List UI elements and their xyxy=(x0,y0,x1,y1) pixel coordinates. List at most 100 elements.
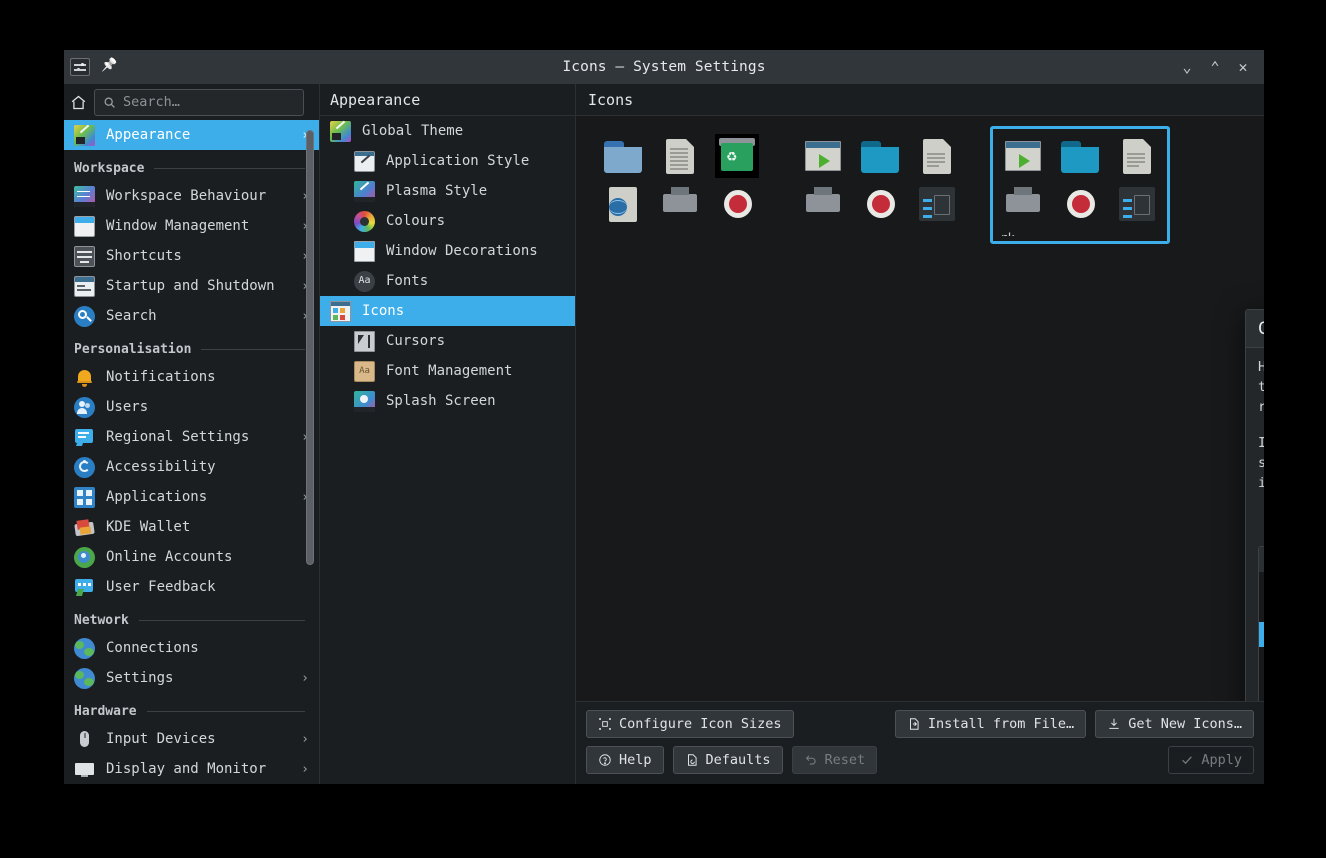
sidebar-item-search[interactable]: Search › xyxy=(64,301,319,331)
window-decorations-icon xyxy=(354,241,375,262)
fonts-icon: Aa xyxy=(354,271,375,292)
sidebar-item-workspace-behaviour[interactable]: Workspace Behaviour › xyxy=(64,181,319,211)
theme-icon-grid: ♻ xyxy=(598,134,762,226)
document-icon xyxy=(915,134,959,178)
printer-icon xyxy=(658,182,702,226)
sidebar-item-startup-and-shutdown[interactable]: Startup and Shutdown › xyxy=(64,271,319,301)
sidebar-item-regional-settings[interactable]: Regional Settings › xyxy=(64,422,319,452)
lifering-icon xyxy=(715,182,759,226)
theme-card[interactable]: ♻ xyxy=(590,126,770,244)
defaults-button[interactable]: Defaults xyxy=(673,746,783,774)
window-management-icon xyxy=(74,216,95,237)
home-icon[interactable] xyxy=(70,89,87,115)
sub-item-window-decorations[interactable]: Window Decorations xyxy=(320,236,575,266)
sub-item-label: Fonts xyxy=(386,273,428,289)
search-box[interactable] xyxy=(94,89,304,116)
sub-item-plasma-style[interactable]: Plasma Style xyxy=(320,176,575,206)
sidebar-group-title: Personalisation xyxy=(74,342,191,357)
sub-item-fonts[interactable]: Aa Fonts xyxy=(320,266,575,296)
close-button[interactable]: ✕ xyxy=(1232,56,1254,78)
sidebar-item-kde-wallet[interactable]: KDE Wallet xyxy=(64,512,319,542)
sub-item-font-management[interactable]: Aa Font Management xyxy=(320,356,575,386)
sub-item-splash-screen[interactable]: Splash Screen xyxy=(320,386,575,416)
sidebar-scrollbar[interactable] xyxy=(306,130,314,659)
configure-icon-sizes-button[interactable]: Configure Icon Sizes xyxy=(586,710,794,738)
maximize-button[interactable]: ⌃ xyxy=(1204,56,1226,78)
sidebar-item-label: User Feedback xyxy=(106,579,298,595)
chevron-right-icon: › xyxy=(301,732,313,747)
sub-item-colours[interactable]: Colours xyxy=(320,206,575,236)
sidebar-item-display-and-monitor[interactable]: Display and Monitor › xyxy=(64,754,319,784)
printer-icon xyxy=(1001,182,1045,226)
sidebar-item-network-settings[interactable]: Settings › xyxy=(64,663,319,693)
sidebar-item-label: Notifications xyxy=(106,369,298,385)
undo-arrow-icon xyxy=(804,753,818,767)
install-from-file-button[interactable]: Install from File… xyxy=(895,710,1086,738)
sidebar-item-applications[interactable]: Applications › xyxy=(64,482,319,512)
sidebar-group-network: Network xyxy=(64,602,319,633)
sidebar-item-shortcuts[interactable]: Shortcuts › xyxy=(64,241,319,271)
footer-row-top: Configure Icon Sizes Install from File… xyxy=(586,710,1254,738)
sub-item-label: Icons xyxy=(362,303,404,319)
sidebar-item-input-devices[interactable]: Input Devices › xyxy=(64,724,319,754)
sub-item-label: Colours xyxy=(386,213,445,229)
sidebar-item-online-accounts[interactable]: Online Accounts xyxy=(64,542,319,572)
globe-icon xyxy=(74,668,95,689)
startup-shutdown-icon xyxy=(74,276,95,297)
divider xyxy=(147,711,305,712)
sidebar-group-personalisation: Personalisation xyxy=(64,331,319,362)
search-input[interactable] xyxy=(123,94,295,110)
apply-button[interactable]: Apply xyxy=(1168,746,1254,774)
sub-item-application-style[interactable]: Application Style xyxy=(320,146,575,176)
window-title: Icons — System Settings xyxy=(64,59,1264,75)
document-icon xyxy=(658,134,702,178)
icons-icon xyxy=(330,301,351,322)
sidebar-item-label: KDE Wallet xyxy=(106,519,298,535)
bell-icon xyxy=(74,367,95,388)
reset-button[interactable]: Reset xyxy=(792,746,878,774)
help-icon xyxy=(598,753,612,767)
sidebar-item-accessibility[interactable]: Accessibility xyxy=(64,452,319,482)
sub-item-global-theme[interactable]: Global Theme xyxy=(320,116,575,146)
list-item[interactable]: Small Icons xyxy=(1259,597,1264,622)
sidebar-item-label: Appearance xyxy=(106,127,290,143)
sub-item-icons[interactable]: Icons xyxy=(320,296,575,326)
sidebar-scrollbar-thumb[interactable] xyxy=(306,130,314,565)
apply-label: Apply xyxy=(1201,752,1242,768)
sidebar-item-users[interactable]: Users xyxy=(64,392,319,422)
sidebar-item-appearance[interactable]: Appearance › xyxy=(64,120,319,150)
download-icon xyxy=(1107,717,1121,731)
sidebar-item-label: Workspace Behaviour xyxy=(106,188,290,204)
user-feedback-icon xyxy=(74,577,95,598)
list-item[interactable]: Secondary Toolbars xyxy=(1259,572,1264,597)
list-item[interactable]: Main Toolbar xyxy=(1259,547,1264,572)
sidebar-search-row xyxy=(64,84,319,120)
sidebar-item-connections[interactable]: Connections xyxy=(64,633,319,663)
regional-settings-icon xyxy=(74,427,95,448)
theme-card-selected[interactable]: rk xyxy=(990,126,1170,244)
theme-card[interactable] xyxy=(790,126,970,244)
list-item-selected[interactable]: Dialogues xyxy=(1259,622,1264,647)
lifering-icon xyxy=(1058,182,1102,226)
colours-icon xyxy=(354,211,375,232)
minimize-button[interactable]: ⌄ xyxy=(1176,56,1198,78)
hamburger-menu-icon[interactable] xyxy=(311,91,315,113)
subcategory-header: Appearance xyxy=(320,84,575,116)
divider xyxy=(154,168,305,169)
media-player-window-icon xyxy=(1001,134,1045,178)
pin-icon[interactable] xyxy=(100,58,118,76)
get-new-icons-button[interactable]: Get New Icons… xyxy=(1095,710,1254,738)
sidebar-nav-list[interactable]: Appearance › Workspace Workspace Behavio… xyxy=(64,120,319,784)
sidebar-item-notifications[interactable]: Notifications xyxy=(64,362,319,392)
theme-icon-grid xyxy=(998,134,1162,226)
sidebar-item-user-feedback[interactable]: User Feedback xyxy=(64,572,319,602)
sidebar-item-label: Search xyxy=(106,308,290,324)
sidebar-item-label: Settings xyxy=(106,670,290,686)
chevron-right-icon: › xyxy=(301,762,313,777)
sidebar-item-window-management[interactable]: Window Management › xyxy=(64,211,319,241)
sidebar-item-label: Applications xyxy=(106,489,290,505)
sub-item-cursors[interactable]: Cursors xyxy=(320,326,575,356)
sub-item-label: Plasma Style xyxy=(386,183,487,199)
icon-type-list[interactable]: Main Toolbar Secondary Toolbars Small Ic… xyxy=(1259,547,1264,701)
help-button[interactable]: Help xyxy=(586,746,664,774)
